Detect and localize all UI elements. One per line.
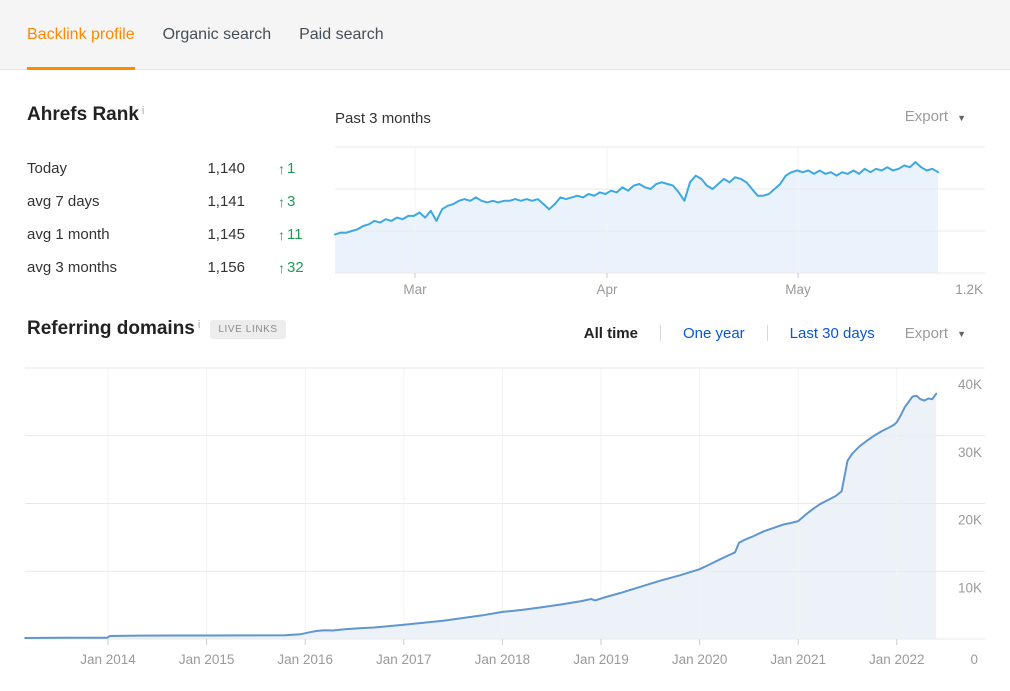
arrow-up-icon: ↑ bbox=[278, 227, 285, 243]
live-links-badge: LIVE LINKS bbox=[210, 320, 285, 339]
table-row-avg-1-month: avg 1 month 1,145 ↑11 bbox=[27, 218, 327, 251]
svg-text:Jan 2021: Jan 2021 bbox=[770, 652, 826, 667]
svg-text:30K: 30K bbox=[958, 445, 982, 460]
change-value: 11 bbox=[287, 226, 303, 243]
info-icon[interactable]: i bbox=[142, 105, 144, 117]
row-value: 1,145 bbox=[175, 226, 245, 243]
row-label: avg 1 month bbox=[27, 226, 175, 243]
info-icon[interactable]: i bbox=[198, 319, 200, 331]
referring-domains-title-text: Referring domains bbox=[27, 318, 195, 339]
export-label: Export bbox=[905, 108, 948, 125]
row-change: ↑32 bbox=[278, 259, 304, 276]
svg-text:Jan 2014: Jan 2014 bbox=[80, 652, 136, 667]
tab-paid-search[interactable]: Paid search bbox=[299, 0, 384, 69]
filter-divider bbox=[660, 325, 661, 341]
tab-organic-search[interactable]: Organic search bbox=[163, 0, 272, 69]
row-value: 1,156 bbox=[175, 259, 245, 276]
ahrefs-rank-section-header: Ahrefs Ranki bbox=[27, 103, 144, 127]
svg-text:Jan 2015: Jan 2015 bbox=[179, 652, 235, 667]
change-value: 1 bbox=[287, 160, 295, 177]
tab-bar: Backlink profile Organic search Paid sea… bbox=[0, 0, 1010, 70]
referring-domains-title: Referring domainsi bbox=[27, 317, 200, 341]
row-label: Today bbox=[27, 160, 175, 177]
referring-domains-section-header: Referring domainsi LIVE LINKS bbox=[27, 317, 286, 341]
svg-text:Jan 2018: Jan 2018 bbox=[475, 652, 531, 667]
filter-all-time[interactable]: All time bbox=[584, 325, 638, 342]
export-button-domains-chart[interactable]: Export ▼ bbox=[905, 325, 966, 342]
ahrefs-rank-title: Ahrefs Ranki bbox=[27, 103, 144, 127]
ahrefs-rank-title-text: Ahrefs Rank bbox=[27, 104, 139, 125]
svg-text:Jan 2016: Jan 2016 bbox=[277, 652, 333, 667]
arrow-up-icon: ↑ bbox=[278, 161, 285, 177]
svg-text:Jan 2022: Jan 2022 bbox=[869, 652, 925, 667]
row-value: 1,141 bbox=[175, 193, 245, 210]
ahrefs-site-explorer-panel: Backlink profile Organic search Paid sea… bbox=[0, 0, 1010, 691]
change-value: 32 bbox=[287, 259, 304, 276]
referring-domains-chart[interactable]: Jan 2014 Jan 2015 Jan 2016 Jan 2017 Jan 2018… bbox=[25, 368, 985, 668]
export-label: Export bbox=[905, 325, 948, 342]
change-value: 3 bbox=[287, 193, 295, 210]
table-row-avg-7-days: avg 7 days 1,141 ↑3 bbox=[27, 185, 327, 218]
tab-backlink-profile[interactable]: Backlink profile bbox=[27, 0, 135, 69]
table-row-today: Today 1,140 ↑1 bbox=[27, 152, 327, 185]
arrow-up-icon: ↑ bbox=[278, 194, 285, 210]
export-button-rank-chart[interactable]: Export ▼ bbox=[905, 108, 966, 125]
ahrefs-rank-table: Today 1,140 ↑1 avg 7 days 1,141 ↑3 avg 1… bbox=[27, 152, 327, 284]
svg-text:Jan 2019: Jan 2019 bbox=[573, 652, 629, 667]
filter-one-year[interactable]: One year bbox=[683, 325, 745, 342]
svg-text:1.2K: 1.2K bbox=[955, 282, 983, 297]
rank-chart-title: Past 3 months bbox=[335, 110, 431, 127]
row-change: ↑3 bbox=[278, 193, 295, 210]
rank-trend-chart[interactable]: Mar Apr May 1.2K bbox=[335, 147, 985, 297]
svg-text:20K: 20K bbox=[958, 513, 982, 528]
svg-text:May: May bbox=[785, 282, 811, 297]
row-value: 1,140 bbox=[175, 160, 245, 177]
svg-text:40K: 40K bbox=[958, 377, 982, 392]
filter-divider bbox=[767, 325, 768, 341]
time-range-filters: All time One year Last 30 days Export ▼ bbox=[584, 321, 966, 345]
row-label: avg 3 months bbox=[27, 259, 175, 276]
svg-text:0: 0 bbox=[970, 652, 978, 667]
table-row-avg-3-months: avg 3 months 1,156 ↑32 bbox=[27, 251, 327, 284]
arrow-up-icon: ↑ bbox=[278, 260, 285, 276]
row-label: avg 7 days bbox=[27, 193, 175, 210]
filter-last-30-days[interactable]: Last 30 days bbox=[790, 325, 875, 342]
chevron-down-icon: ▼ bbox=[957, 329, 966, 339]
svg-text:10K: 10K bbox=[958, 580, 982, 595]
svg-text:Apr: Apr bbox=[596, 282, 618, 297]
row-change: ↑1 bbox=[278, 160, 295, 177]
svg-text:Jan 2017: Jan 2017 bbox=[376, 652, 432, 667]
row-change: ↑11 bbox=[278, 226, 303, 243]
svg-text:Mar: Mar bbox=[403, 282, 427, 297]
svg-text:Jan 2020: Jan 2020 bbox=[672, 652, 728, 667]
chevron-down-icon: ▼ bbox=[957, 113, 966, 123]
